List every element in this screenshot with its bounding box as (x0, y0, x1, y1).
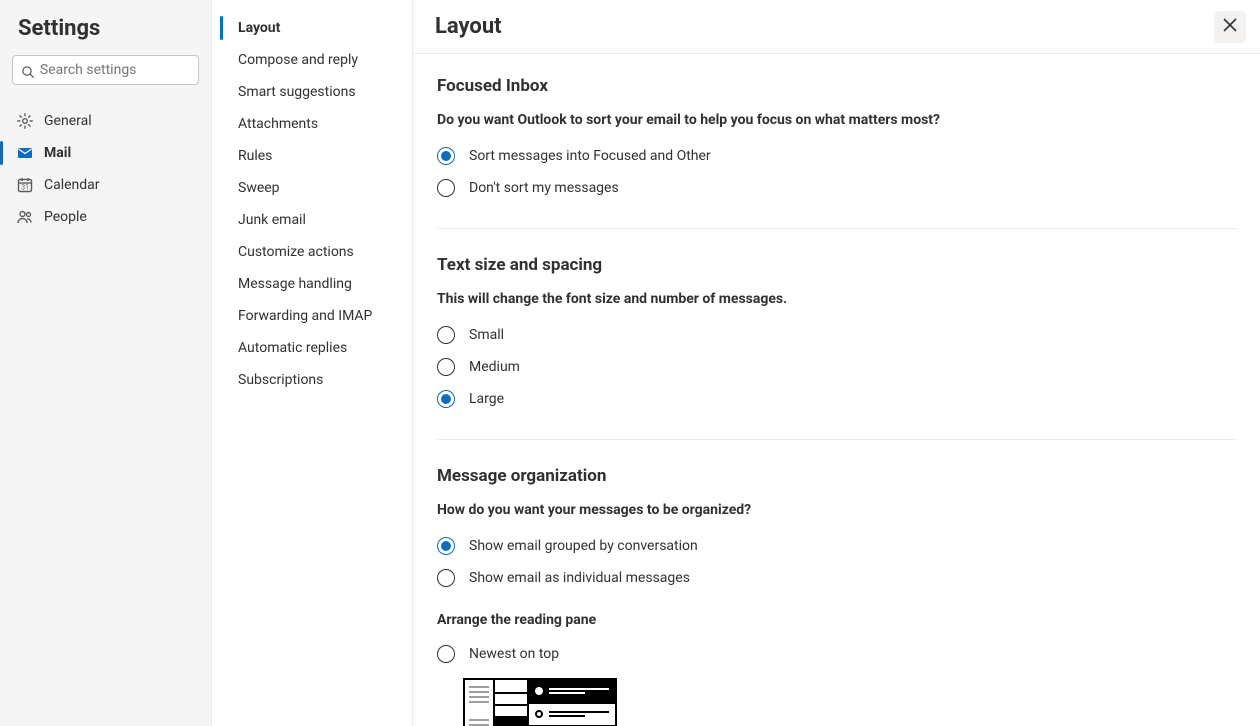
radio-label: Show email as individual messages (469, 570, 690, 586)
search-icon (21, 63, 34, 77)
close-icon (1223, 17, 1237, 36)
radio-icon (437, 537, 455, 555)
arrange-option-newest-on-top[interactable]: Newest on top (437, 638, 1236, 670)
radio-icon (437, 390, 455, 408)
msgorg-option-0[interactable]: Show email grouped by conversation (437, 530, 1236, 562)
search-input[interactable] (34, 62, 190, 78)
subnav-item-message-handling[interactable]: Message handling (212, 268, 412, 300)
section-message-organization: Message organization How do you want you… (437, 466, 1236, 726)
msgorg-option-1[interactable]: Show email as individual messages (437, 562, 1236, 594)
mail-icon (16, 144, 34, 162)
focused-option-1[interactable]: Don't sort my messages (437, 172, 1236, 204)
subnav-item-compose-and-reply[interactable]: Compose and reply (212, 44, 412, 76)
nav-item-calendar[interactable]: Calendar (0, 169, 211, 201)
reading-pane-illustration (463, 678, 617, 726)
radio-icon (437, 179, 455, 197)
radio-icon (437, 645, 455, 663)
radio-label: Sort messages into Focused and Other (469, 148, 711, 164)
search-box[interactable] (12, 55, 199, 85)
section-heading: Message organization (437, 466, 1236, 486)
radio-label: Don't sort my messages (469, 180, 619, 196)
gear-icon (16, 112, 34, 130)
section-question: This will change the font size and numbe… (437, 291, 1236, 307)
nav-item-label: Calendar (44, 177, 100, 193)
radio-icon (437, 358, 455, 376)
nav-item-label: Mail (44, 145, 71, 161)
nav-item-general[interactable]: General (0, 105, 211, 137)
subnav-item-attachments[interactable]: Attachments (212, 108, 412, 140)
page-title: Settings (0, 12, 211, 55)
section-heading: Focused Inbox (437, 76, 1236, 96)
radio-label: Show email grouped by conversation (469, 538, 698, 554)
nav-item-label: People (44, 209, 87, 225)
radio-icon (437, 326, 455, 344)
section-question: How do you want your messages to be orga… (437, 502, 1236, 518)
subnav-item-forwarding-and-imap[interactable]: Forwarding and IMAP (212, 300, 412, 332)
subnav-item-subscriptions[interactable]: Subscriptions (212, 364, 412, 396)
subnav-item-sweep[interactable]: Sweep (212, 172, 412, 204)
nav-item-label: General (44, 113, 92, 129)
subnav-item-smart-suggestions[interactable]: Smart suggestions (212, 76, 412, 108)
subnav-item-junk-email[interactable]: Junk email (212, 204, 412, 236)
section-heading: Text size and spacing (437, 255, 1236, 275)
content-title: Layout (435, 14, 502, 39)
nav-item-people[interactable]: People (0, 201, 211, 233)
radio-icon (437, 147, 455, 165)
subnav-item-automatic-replies[interactable]: Automatic replies (212, 332, 412, 364)
subnav-item-customize-actions[interactable]: Customize actions (212, 236, 412, 268)
nav-item-mail[interactable]: Mail (0, 137, 211, 169)
textsize-option-0[interactable]: Small (437, 319, 1236, 351)
section-focused-inbox: Focused Inbox Do you want Outlook to sor… (437, 76, 1236, 229)
section-question: Do you want Outlook to sort your email t… (437, 112, 1236, 128)
radio-label: Large (469, 391, 504, 407)
close-button[interactable] (1214, 11, 1246, 43)
section-text-size: Text size and spacing This will change t… (437, 255, 1236, 440)
people-icon (16, 208, 34, 226)
arrange-label: Arrange the reading pane (437, 612, 1236, 628)
subnav-item-layout[interactable]: Layout (212, 12, 412, 44)
focused-option-0[interactable]: Sort messages into Focused and Other (437, 140, 1236, 172)
subnav-item-rules[interactable]: Rules (212, 140, 412, 172)
radio-label: Small (469, 327, 504, 343)
calendar-icon (16, 176, 34, 194)
textsize-option-1[interactable]: Medium (437, 351, 1236, 383)
radio-label: Medium (469, 359, 520, 375)
radio-label: Newest on top (469, 646, 559, 662)
textsize-option-2[interactable]: Large (437, 383, 1236, 415)
radio-icon (437, 569, 455, 587)
